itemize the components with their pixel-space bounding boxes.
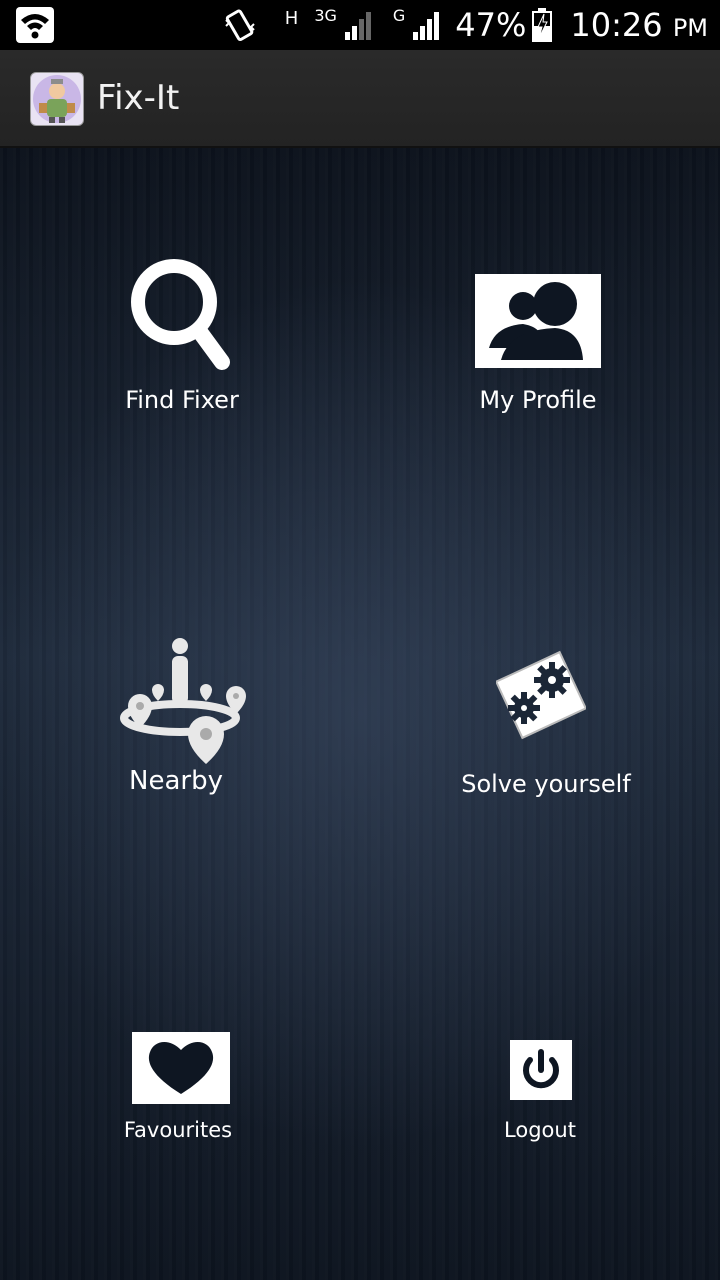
app-title: Fix-It [97, 78, 180, 118]
heart-icon [132, 1032, 230, 1104]
clock-time: 10:26 [570, 6, 663, 44]
my-profile-label: My Profile [479, 386, 597, 414]
solve-yourself-label: Solve yourself [461, 770, 631, 798]
signal-icon-2 [413, 12, 440, 40]
logout-button[interactable]: Logout [480, 1024, 600, 1154]
favourites-label: Favourites [123, 1118, 233, 1142]
my-profile-button[interactable]: My Profile [458, 248, 618, 428]
solve-yourself-button[interactable]: Solve yourself [460, 628, 632, 808]
logout-label: Logout [504, 1118, 576, 1142]
favourites-button[interactable]: Favourites [116, 1024, 240, 1154]
status-bar: H 3G G 47% 10:26 PM [0, 0, 720, 50]
search-icon [131, 259, 230, 370]
network-3g-label: 3G [314, 6, 337, 25]
action-bar: Fix-It [0, 50, 720, 148]
nearby-label: Nearby [129, 766, 223, 796]
wifi-icon [16, 7, 54, 43]
vibrate-icon [225, 9, 255, 42]
clock: 10:26 PM [570, 6, 708, 44]
battery-charging-icon [532, 8, 553, 42]
network-h-label: H [284, 8, 299, 29]
nearby-button[interactable]: Nearby [100, 628, 252, 808]
gears-icon [496, 650, 586, 740]
find-fixer-button[interactable]: Find Fixer [100, 248, 264, 428]
network-g-label: G [392, 6, 406, 25]
power-icon [510, 1040, 572, 1100]
clock-ampm: PM [672, 14, 708, 42]
users-icon [475, 274, 601, 368]
find-fixer-label: Find Fixer [125, 386, 239, 414]
dashboard-grid: Find Fixer My Profile Nearby Solve yours… [0, 148, 720, 1280]
signal-icon-1 [344, 12, 371, 40]
battery-percent: 47% [455, 6, 527, 44]
app-logo-icon[interactable] [30, 72, 84, 126]
location-pins-icon [120, 638, 246, 764]
